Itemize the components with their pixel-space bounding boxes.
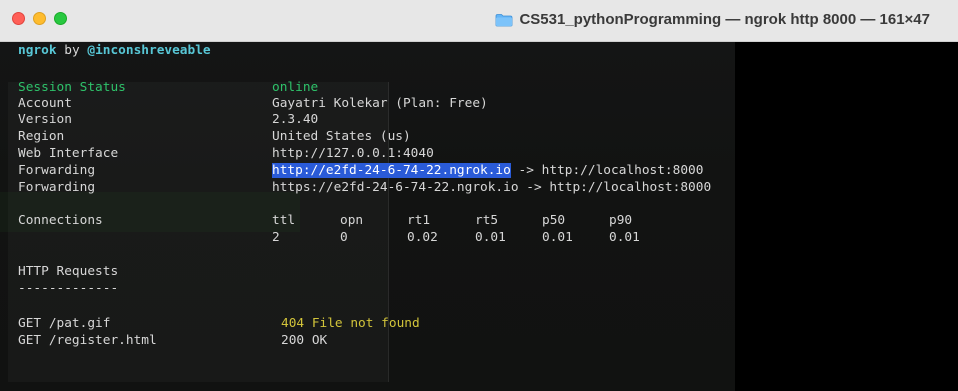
forwarding-label-http: Forwarding: [18, 163, 96, 178]
request-status: 200 OK: [281, 333, 328, 348]
account-label: Account: [18, 96, 72, 111]
ngrok-author: @inconshreveable: [87, 43, 211, 58]
close-button[interactable]: [12, 12, 25, 25]
session-status-value: online: [272, 80, 319, 95]
selected-url[interactable]: http://e2fd-24-6-74-22.ngrok.io: [272, 163, 511, 178]
request-status: 404 File not found: [281, 316, 420, 331]
ngrok-brand: ngrok: [18, 43, 57, 58]
forwarding-value-http[interactable]: http://e2fd-24-6-74-22.ngrok.io -> http:…: [272, 163, 703, 180]
version-value: 2.3.40: [272, 112, 319, 127]
folder-icon: [495, 13, 513, 27]
conn-value-p90: 0.01: [609, 230, 640, 245]
conn-header-ttl: ttl: [272, 213, 296, 228]
conn-header-p50: p50: [542, 213, 566, 228]
conn-value-rt5: 0.01: [475, 230, 506, 245]
web-interface-value[interactable]: http://127.0.0.1:4040: [272, 146, 434, 163]
terminal-window: CS531_pythonProgramming — ngrok http 800…: [0, 0, 958, 391]
session-status-label: Session Status: [18, 80, 126, 95]
conn-value-opn: 0: [340, 230, 348, 245]
conn-header-rt1: rt1: [407, 213, 431, 228]
conn-header-p90: p90: [609, 213, 633, 228]
region-value: United States (us): [272, 129, 411, 144]
forwarding-target: -> http://localhost:8000: [510, 163, 704, 178]
web-interface-label: Web Interface: [18, 146, 119, 161]
window-title: CS531_pythonProgramming — ngrok http 800…: [495, 11, 930, 28]
conn-value-p50: 0.01: [542, 230, 573, 245]
conn-value-rt1: 0.02: [407, 230, 438, 245]
connections-label: Connections: [18, 213, 103, 228]
ngrok-by: by: [56, 43, 88, 58]
window-controls: [12, 12, 67, 25]
http-requests-title: HTTP Requests: [18, 264, 119, 279]
request-line: GET /register.html: [18, 333, 157, 348]
terminal-lines: ngrok by @inconshreveable Session Status…: [0, 42, 958, 391]
account-value: Gayatri Kolekar (Plan: Free): [272, 96, 488, 111]
version-label: Version: [18, 112, 72, 127]
minimize-button[interactable]: [33, 12, 46, 25]
http-requests-divider: -------------: [18, 281, 119, 296]
conn-value-ttl: 2: [272, 230, 280, 245]
title-bar[interactable]: CS531_pythonProgramming — ngrok http 800…: [0, 0, 958, 42]
ngrok-header: ngrok by @inconshreveable: [18, 43, 211, 60]
region-label: Region: [18, 129, 65, 144]
zoom-button[interactable]: [54, 12, 67, 25]
conn-header-opn: opn: [340, 213, 364, 228]
terminal-output[interactable]: ngrok by @inconshreveable Session Status…: [0, 42, 958, 391]
window-title-text: CS531_pythonProgramming — ngrok http 800…: [519, 11, 930, 28]
request-line: GET /pat.gif: [18, 316, 111, 331]
forwarding-label-https: Forwarding: [18, 180, 96, 195]
conn-header-rt5: rt5: [475, 213, 499, 228]
forwarding-value-https[interactable]: https://e2fd-24-6-74-22.ngrok.io -> http…: [272, 180, 711, 197]
